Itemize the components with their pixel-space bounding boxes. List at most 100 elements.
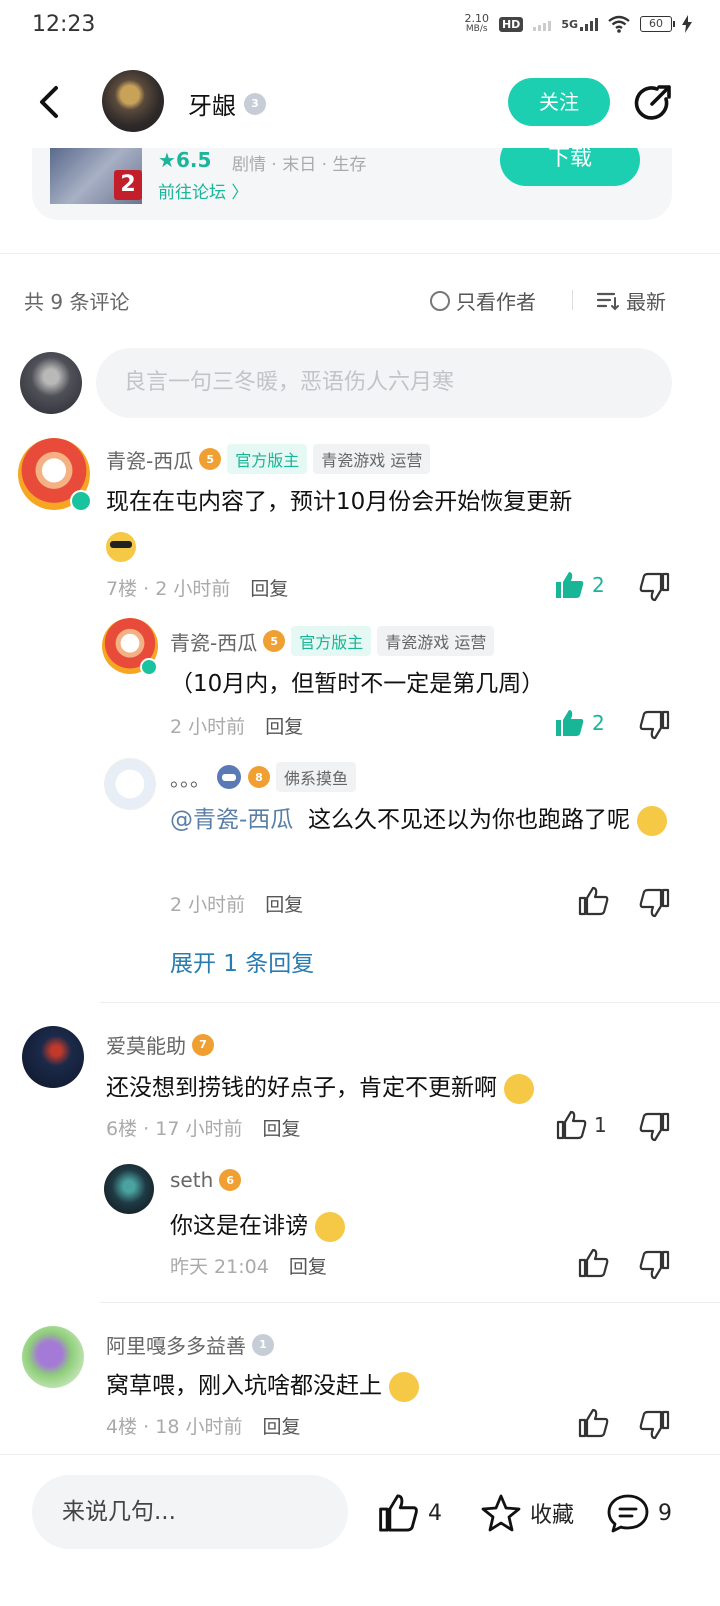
reply-time: 2 小时前 [170, 716, 246, 738]
separator [572, 290, 573, 310]
comment-meta: 6楼 · 17 小时前 回复 [106, 1118, 301, 1140]
moderator-tag: 官方版主 [291, 626, 372, 656]
user-avatar[interactable] [22, 1326, 84, 1388]
post-header: 牙龈 3 关注 [0, 56, 720, 148]
thumbs-up-filled-icon [556, 710, 584, 736]
follow-button[interactable]: 关注 [508, 78, 610, 126]
comment-text[interactable]: 现在在屯内容了，预计10月份会开始恢复更新 [106, 480, 686, 568]
bottom-comment-input[interactable]: 来说几句... [32, 1475, 348, 1549]
verified-icon [140, 658, 158, 676]
reply-meta: 昨天 21:04 回复 [170, 1252, 327, 1279]
sort-latest-button[interactable]: 最新 [596, 286, 666, 315]
reply-button[interactable]: 回复 [263, 1416, 301, 1438]
reply-button[interactable]: 回复 [289, 1256, 327, 1278]
thumbs-up-filled-icon [556, 572, 584, 598]
download-button[interactable]: 下载 [500, 148, 640, 186]
comment-text-content: 现在在屯内容了，预计10月份会开始恢复更新 [106, 489, 573, 515]
user-avatar[interactable] [22, 1026, 84, 1088]
reply-button[interactable]: 回复 [265, 894, 303, 916]
cool-emoji-icon [106, 531, 136, 562]
game-rating: ★6.5 [158, 148, 212, 172]
sort-label: 最新 [626, 290, 666, 314]
share-icon[interactable] [632, 82, 674, 124]
thumbs-down-icon[interactable] [638, 1250, 670, 1280]
game-card[interactable]: 2 ★6.5 剧情 · 末日 · 生存 前往论坛 〉 下载 [32, 148, 672, 220]
reply-text[interactable]: @青瓷-西瓜 这么久不见还以为你也跑路了呢 [170, 798, 670, 842]
comment-divider [100, 1002, 720, 1003]
thumbs-down-icon[interactable] [638, 572, 670, 602]
like-button[interactable]: 2 [554, 708, 605, 738]
thumbs-down-icon[interactable] [638, 1112, 670, 1142]
reply-header: seth 6 [170, 1168, 242, 1192]
level-badge-icon: 6 [219, 1169, 242, 1191]
bottom-comment-button[interactable]: 9 [606, 1493, 672, 1533]
mention-link[interactable]: @青瓷-西瓜 [170, 807, 293, 833]
thumbs-up-icon[interactable] [578, 1248, 610, 1278]
thumbs-down-icon[interactable] [638, 1410, 670, 1440]
like-count: 2 [592, 711, 605, 735]
comment-header: 阿里嘎多多益善 1 [106, 1330, 274, 1359]
reply-header: 青瓷-西瓜 5 官方版主 青瓷游戏 运营 [170, 626, 495, 656]
user-avatar[interactable] [104, 758, 156, 810]
reply-text-content: 你这是在诽谤 [170, 1213, 308, 1239]
like-button[interactable]: 2 [554, 570, 605, 600]
reply-text-content: 这么久不见还以为你也跑路了呢 [307, 807, 630, 833]
only-author-label: 只看作者 [456, 290, 536, 314]
thumbs-down-icon[interactable] [638, 888, 670, 918]
status-bar: 12:23 2.10 MB/s HD 5G 60 [0, 0, 720, 56]
reply-username[interactable]: 青瓷-西瓜 [170, 627, 257, 656]
comment-time: 18 小时前 [155, 1416, 243, 1438]
favorite-label: 收藏 [530, 1503, 575, 1528]
like-count: 1 [594, 1113, 607, 1137]
comment-username[interactable]: 爱莫能助 [106, 1030, 186, 1059]
moderator-tag: 官方版主 [227, 444, 308, 474]
reply-header: 。。。 8 佛系摸鱼 [170, 762, 357, 792]
wifi-icon [608, 15, 630, 33]
comment-input[interactable]: 良言一句三冬暖，恶语伤人六月寒 [96, 348, 672, 418]
role-tag: 青瓷游戏 运营 [313, 444, 431, 474]
only-author-toggle[interactable]: 只看作者 [430, 286, 536, 315]
user-avatar[interactable] [104, 1164, 154, 1214]
reply-button[interactable]: 回复 [250, 578, 288, 600]
sort-icon [596, 292, 619, 310]
reply-username[interactable]: seth [170, 1168, 213, 1192]
comment-text[interactable]: 还没想到捞钱的好点子，肯定不更新啊 [106, 1066, 535, 1110]
comment-username[interactable]: 阿里嘎多多益善 [106, 1330, 246, 1359]
hd-icon: HD [498, 16, 524, 32]
money-emoji-icon [504, 1073, 535, 1104]
reply-button[interactable]: 回复 [265, 716, 303, 738]
like-count: 2 [592, 573, 605, 597]
smile-emoji-icon [637, 805, 668, 836]
comment-text[interactable]: 窝草喂，刚入坑啥都没赶上 [106, 1364, 420, 1408]
radio-circle-icon [430, 290, 450, 311]
reply-time: 昨天 21:04 [170, 1256, 269, 1278]
favorite-button[interactable]: 收藏 [480, 1493, 574, 1533]
thumbs-up-icon[interactable] [578, 1408, 610, 1438]
author-avatar[interactable] [102, 70, 164, 132]
grin-emoji-icon [315, 1211, 346, 1242]
reply-text[interactable]: （10月内，但暂时不一定是第几周） [170, 662, 544, 706]
comment-header: 青瓷-西瓜 5 官方版主 青瓷游戏 运营 [106, 444, 431, 474]
like-button[interactable]: 1 [556, 1110, 607, 1140]
user-tag: 佛系摸鱼 [276, 762, 357, 792]
reply-text[interactable]: 你这是在诽谤 [170, 1204, 346, 1248]
expand-replies-link[interactable]: 展开 1 条回复 [170, 944, 314, 978]
floor-number: 6楼 [106, 1118, 138, 1140]
thumbs-down-icon[interactable] [638, 710, 670, 740]
net-speed-unit: MB/s [465, 24, 488, 34]
reply-button[interactable]: 回复 [263, 1118, 301, 1140]
thumbs-up-icon[interactable] [578, 886, 610, 916]
bottom-action-bar: 来说几句... 4 收藏 9 [0, 1454, 720, 1606]
go-to-forum-link[interactable]: 前往论坛 〉 [158, 178, 248, 203]
net-speed-value: 2.10 [464, 12, 489, 25]
bottom-like-button[interactable]: 4 [378, 1493, 442, 1533]
comment-meta: 4楼 · 18 小时前 回复 [106, 1416, 301, 1438]
comment-username[interactable]: 青瓷-西瓜 [106, 445, 193, 474]
crying-emoji-icon [389, 1371, 420, 1402]
back-arrow-icon[interactable] [30, 82, 70, 122]
author-name[interactable]: 牙龈 3 [188, 86, 266, 121]
thumbs-up-icon [379, 1494, 418, 1532]
reply-username[interactable]: 。。。 [170, 763, 210, 792]
game-tags: 剧情 · 末日 · 生存 [232, 155, 367, 175]
comment-header: 爱莫能助 7 [106, 1030, 214, 1059]
